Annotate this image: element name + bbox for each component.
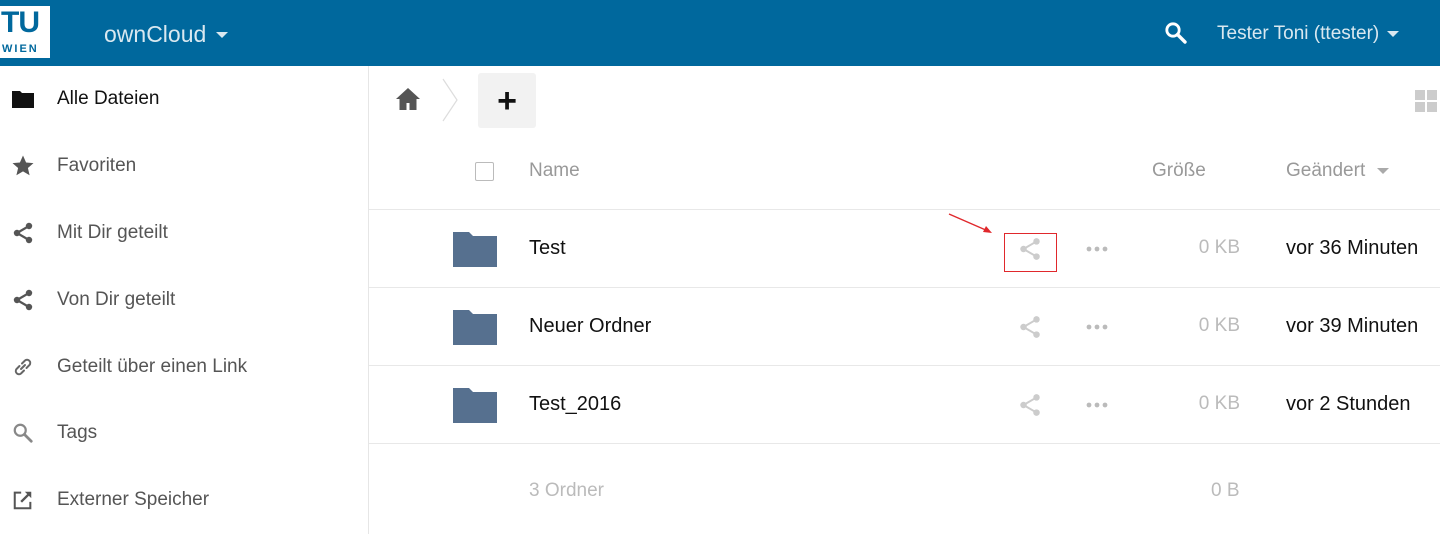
folder-icon <box>453 310 497 345</box>
app-name: ownCloud <box>104 21 207 47</box>
plus-icon: + <box>497 81 517 120</box>
more-actions-icon[interactable] <box>1085 315 1109 339</box>
file-modified: vor 39 Minuten <box>1286 315 1419 337</box>
more-actions-icon[interactable] <box>1085 237 1109 261</box>
share-icon[interactable] <box>1017 392 1043 418</box>
select-all-checkbox[interactable] <box>475 162 494 181</box>
file-name[interactable]: Neuer Ordner <box>529 315 651 338</box>
sidebar-item-label: Alle Dateien <box>57 88 160 109</box>
share-highlight-box <box>1004 233 1057 272</box>
file-size: 0 KB <box>1198 237 1240 258</box>
logo-text-top: TU <box>1 6 40 39</box>
folder-icon <box>10 86 36 112</box>
chevron-down-icon <box>1387 31 1400 37</box>
sort-desc-icon <box>1377 168 1390 174</box>
column-header-modified[interactable]: Geändert <box>1286 160 1390 182</box>
sidebar-item-shared-by-link[interactable]: Geteilt über einen Link <box>0 342 368 392</box>
sidebar: Alle Dateien Favoriten Mit Dir geteilt V… <box>0 66 369 534</box>
sidebar-item-label: Favoriten <box>57 155 137 176</box>
table-row[interactable]: Test 0 KB vor 36 Minuten <box>369 209 1440 287</box>
column-header-size[interactable]: Größe <box>1152 160 1206 182</box>
share-icon <box>10 220 36 246</box>
folder-icon <box>453 388 497 423</box>
sidebar-item-favorites[interactable]: Favoriten <box>0 141 368 191</box>
column-header-name[interactable]: Name <box>529 160 580 182</box>
sidebar-item-label: Externer Speicher <box>57 489 210 510</box>
summary-count: 3 Ordner <box>529 480 604 501</box>
search-icon <box>10 420 36 446</box>
logo-text-bottom: WIEN <box>2 43 39 55</box>
breadcrumb-separator <box>442 78 458 122</box>
sidebar-item-tags[interactable]: Tags <box>0 408 368 458</box>
chevron-down-icon <box>216 31 229 38</box>
search-icon[interactable] <box>1164 21 1188 45</box>
home-icon[interactable] <box>394 85 422 113</box>
sidebar-item-label: Von Dir geteilt <box>57 289 176 310</box>
sidebar-item-all-files[interactable]: Alle Dateien <box>0 74 368 124</box>
user-menu[interactable]: Tester Toni (ttester) <box>1217 23 1400 45</box>
table-row[interactable]: Neuer Ordner 0 KB vor 39 Minuten <box>369 287 1440 365</box>
sidebar-item-shared-with-you[interactable]: Mit Dir geteilt <box>0 208 368 258</box>
grid-view-icon[interactable] <box>1414 89 1438 113</box>
column-header-modified-label: Geändert <box>1286 160 1366 181</box>
more-actions-icon[interactable] <box>1085 393 1109 417</box>
table-footer-divider <box>369 443 1440 444</box>
user-name: Tester Toni (ttester) <box>1217 23 1380 44</box>
folder-icon <box>453 232 497 267</box>
app-menu[interactable]: ownCloud <box>104 21 229 48</box>
file-size: 0 KB <box>1198 315 1240 336</box>
sidebar-item-label: Mit Dir geteilt <box>57 222 168 243</box>
file-modified: vor 36 Minuten <box>1286 237 1419 259</box>
summary-size: 0 B <box>1211 480 1240 501</box>
annotation-arrow-icon <box>948 213 992 233</box>
sidebar-item-shared-by-you[interactable]: Von Dir geteilt <box>0 275 368 325</box>
table-row[interactable]: Test_2016 0 KB vor 2 Stunden <box>369 365 1440 443</box>
file-size: 0 KB <box>1198 393 1240 414</box>
star-icon <box>10 153 36 179</box>
link-icon <box>10 354 36 380</box>
add-button[interactable]: + <box>478 73 536 128</box>
file-modified: vor 2 Stunden <box>1286 393 1411 415</box>
share-icon <box>10 287 36 313</box>
top-header: TU WIEN ownCloud Tester Toni (ttester) <box>0 0 1440 66</box>
external-link-icon <box>10 487 36 513</box>
sidebar-item-external-storage[interactable]: Externer Speicher <box>0 475 368 525</box>
file-name[interactable]: Test_2016 <box>529 393 621 416</box>
share-icon[interactable] <box>1017 314 1043 340</box>
sidebar-item-label: Geteilt über einen Link <box>57 356 248 377</box>
file-name[interactable]: Test <box>529 237 566 260</box>
tu-wien-logo[interactable]: TU WIEN <box>0 6 50 58</box>
sidebar-item-label: Tags <box>57 422 98 443</box>
